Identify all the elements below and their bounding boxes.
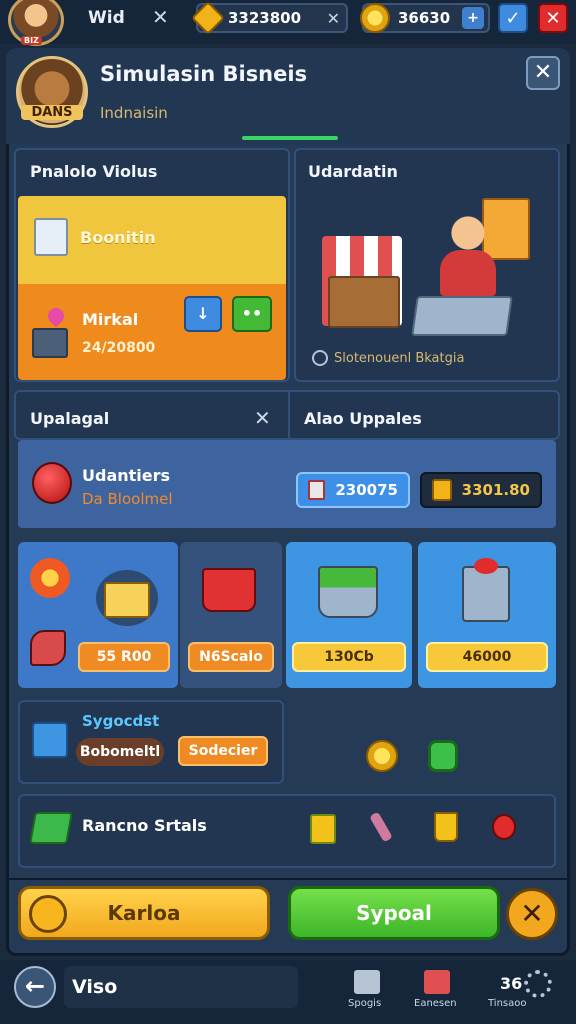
close-panel-button[interactable]: ✕: [526, 56, 560, 90]
grocery-cart-icon: [318, 566, 378, 618]
upgrade-cost-button[interactable]: 3301.80: [420, 472, 542, 508]
other-upgrades-title: Alao Uppales: [304, 409, 422, 428]
nav-item-2-icon: [424, 970, 450, 994]
bin-icon: [34, 218, 68, 256]
close-icon[interactable]: ✕: [152, 5, 169, 29]
crate-icon: [32, 328, 68, 358]
status-item-orange[interactable]: Mirkal 24/20800 ↓ ••: [18, 284, 286, 380]
coin-counter: 36630 +: [360, 3, 490, 33]
coin-icon: [360, 3, 390, 33]
status-item-label: Boonitin: [80, 228, 156, 247]
special-title: Sygocdst: [82, 712, 160, 730]
download-button[interactable]: ↓: [184, 296, 222, 332]
coin-stack-icon: [432, 479, 452, 501]
book-icon: [308, 480, 326, 500]
item-price: 46000: [462, 649, 512, 665]
status-item-yellow[interactable]: Boonitin: [18, 196, 286, 284]
confirm-button[interactable]: ✓: [498, 3, 528, 33]
primary-yellow-label: Karloa: [107, 901, 181, 925]
coin-icon: [366, 740, 398, 772]
item-price-button[interactable]: 130Cb: [292, 642, 406, 672]
info-icon: [312, 350, 328, 366]
upgrade-name: Udantiers: [82, 466, 171, 485]
status-item-value: 24/20800: [82, 340, 156, 356]
bow-icon: [474, 558, 498, 574]
tab-indicator: [242, 136, 338, 140]
cart-icon: [202, 568, 256, 612]
tool-icon: [30, 630, 66, 666]
primary-yellow-button[interactable]: Karloa: [18, 886, 270, 940]
shopkeeper-icon: [430, 206, 506, 296]
item-price: 130Cb: [324, 649, 374, 665]
heart-icon: [44, 304, 68, 328]
special-button[interactable]: Sodecier: [178, 736, 268, 766]
timer-icon: [29, 895, 67, 933]
upgrade-price: 230075: [335, 481, 398, 499]
business-logo: DANS: [16, 56, 88, 128]
item-price-button[interactable]: 55 R00: [78, 642, 170, 672]
nav-item-3-count: 36: [500, 974, 523, 993]
nav-item-1-icon: [354, 970, 380, 994]
close-icon[interactable]: ✕: [327, 9, 340, 28]
product-box-icon: [104, 582, 150, 618]
close-icon[interactable]: ✕: [254, 406, 271, 430]
exit-button[interactable]: ✕: [538, 3, 568, 33]
gift-cart-icon: [462, 566, 510, 622]
gem-icon: [191, 1, 225, 35]
illustration-caption: Slotenouenl Bkatgia: [334, 351, 465, 366]
page-subtitle: Indnaisin: [100, 104, 168, 122]
player-name: Wid: [88, 8, 125, 28]
add-coins-button[interactable]: +: [462, 7, 484, 29]
divider: [6, 878, 570, 880]
upgrades-title: Upalagal: [30, 409, 110, 428]
fruit-basket-icon[interactable]: [310, 814, 336, 844]
gem-amount: 3323800: [228, 9, 302, 27]
cancel-button[interactable]: ✕: [506, 888, 558, 940]
status-item-label: Mirkal: [82, 310, 139, 329]
upgrade-price-button[interactable]: 230075: [296, 472, 410, 508]
flower-icon: [30, 558, 70, 598]
nav-item-1[interactable]: Spogis: [348, 998, 381, 1009]
more-button[interactable]: ••: [232, 296, 272, 332]
apple-icon[interactable]: [492, 814, 516, 840]
special-cart-icon: [32, 722, 68, 758]
upgrade-sub: Da Bloolmel: [82, 490, 173, 508]
upgrade-cost: 3301.80: [461, 481, 530, 499]
page-title: Simulasin Bisneis: [100, 62, 308, 86]
back-button[interactable]: ←: [14, 966, 56, 1008]
special-subtitle: Bobomeltl: [76, 738, 164, 766]
illustration-title: Udardatin: [308, 162, 398, 181]
divider: [288, 392, 290, 438]
gem-counter: 3323800 ✕: [191, 1, 348, 35]
item-price-button[interactable]: N6Scalo: [188, 642, 274, 672]
nav-item-2[interactable]: Eanesen: [414, 998, 457, 1009]
gem-green-icon: [428, 740, 458, 772]
cup-icon[interactable]: [434, 812, 458, 842]
cash-register-icon: [411, 296, 513, 336]
market-stall-icon: [322, 236, 402, 328]
upgrade-row[interactable]: Udantiers Da Bloolmel 230075 3301.80: [18, 440, 556, 528]
primary-green-button[interactable]: Sypoal: [288, 886, 500, 940]
nav-label: Viso: [72, 976, 118, 998]
tomato-icon: [32, 462, 72, 504]
nav-item-3[interactable]: Tinsaoo: [488, 998, 527, 1009]
basket-icon: [29, 812, 73, 844]
logo-text: DANS: [21, 105, 83, 120]
item-price-button[interactable]: 46000: [426, 642, 548, 672]
coin-amount: 36630: [398, 9, 451, 27]
status-title: Pnalolo Violus: [30, 162, 158, 181]
resources-label: Rancno Srtals: [82, 816, 207, 835]
avatar-badge: BIZ: [21, 36, 42, 45]
gear-icon[interactable]: [524, 970, 552, 998]
